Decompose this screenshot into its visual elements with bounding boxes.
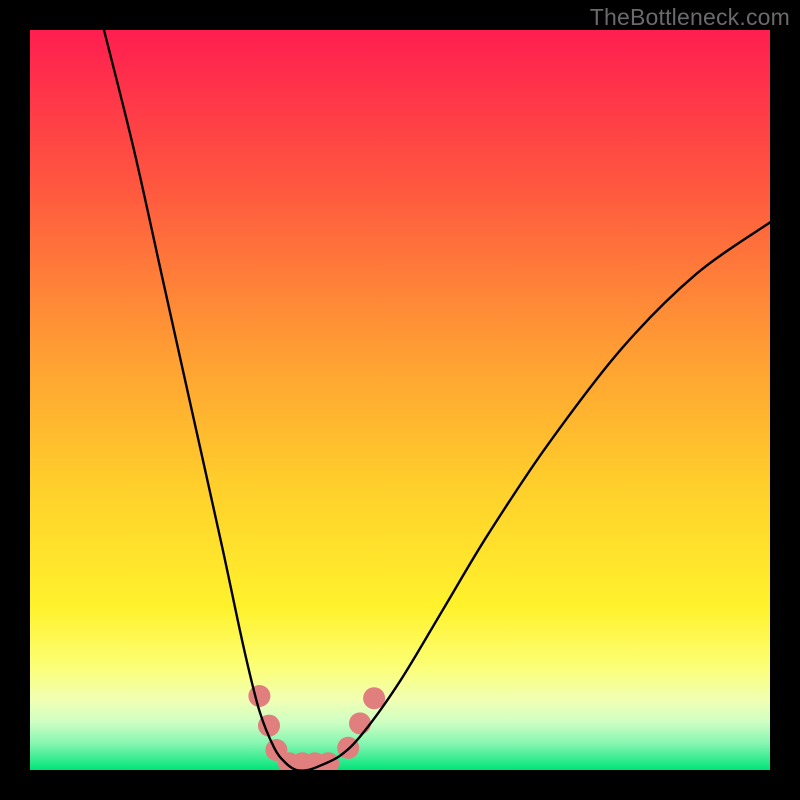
marker-dot [349, 712, 371, 734]
plot-area [30, 30, 770, 770]
marker-dot [363, 687, 385, 709]
curve-layer [30, 30, 770, 770]
watermark-text: TheBottleneck.com [590, 4, 790, 31]
bottleneck-curve [104, 30, 770, 770]
markers-group [248, 685, 385, 770]
outer-frame: TheBottleneck.com [0, 0, 800, 800]
marker-dot [248, 685, 270, 707]
